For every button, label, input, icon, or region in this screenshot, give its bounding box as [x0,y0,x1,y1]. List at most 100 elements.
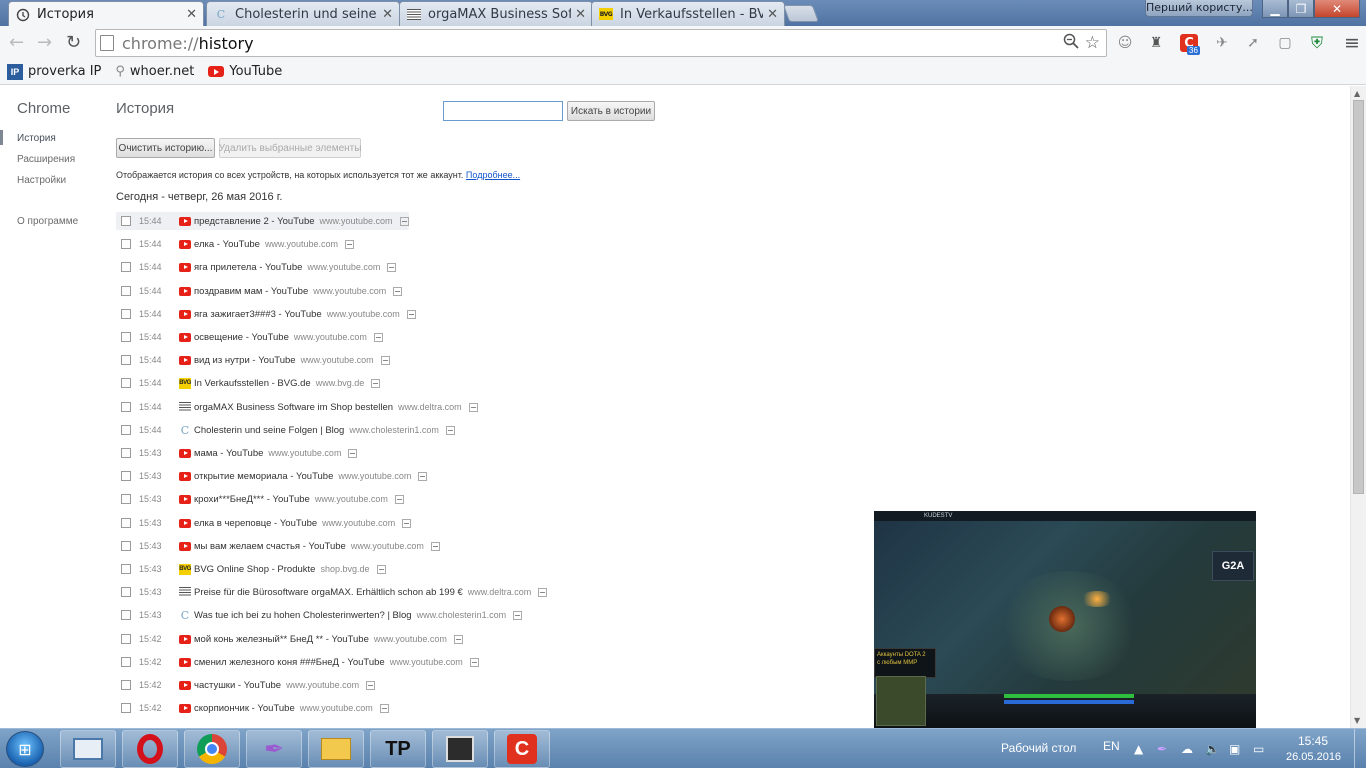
entry-title[interactable]: BVG Online Shop - Produkte [194,564,315,575]
taskbar-chrome[interactable] [184,730,240,768]
reload-icon[interactable]: ↻ [66,32,81,53]
learn-more-link[interactable]: Подробнее... [466,170,520,180]
history-entry[interactable]: 15:44 освещение - YouTube www.youtube.com [116,328,383,346]
history-entry[interactable]: 15:44 яга прилетела - YouTube www.youtube.… [116,258,397,276]
show-desktop-button[interactable] [1354,729,1366,768]
language-indicator[interactable]: EN [1103,739,1120,753]
entry-menu-icon[interactable] [394,494,404,504]
taskbar-explorer-window[interactable] [60,730,116,768]
tray-volume-icon[interactable]: 🔈 [1205,742,1220,756]
tab-close-icon[interactable]: ✕ [767,7,778,22]
desktop-toolbar-label[interactable]: Рабочий стол [1001,741,1076,755]
clear-history-button[interactable]: Очистить историю... [116,138,215,158]
search-history-button[interactable]: Искать в истории [567,101,655,121]
entry-menu-icon[interactable] [366,680,376,690]
history-entry[interactable]: 15:44 яга зажигает3###3 - YouTube www.yout… [116,305,416,323]
tray-network-icon[interactable]: ☁ [1181,742,1193,756]
entry-menu-icon[interactable] [406,309,416,319]
tab-orgamax[interactable]: orgaMAX Business Softwa ✕ [399,1,593,26]
entry-menu-icon[interactable] [387,262,397,272]
scroll-thumb[interactable] [1353,100,1364,494]
entry-menu-icon[interactable] [393,286,403,296]
entry-menu-icon[interactable] [430,541,440,551]
entry-title[interactable]: мы вам желаем счастья - YouTube [194,541,346,552]
history-entry[interactable]: 15:43 BVG BVG Online Shop - Produkte shop.b… [116,560,386,578]
bookmark-youtube[interactable]: YouTube [208,64,282,79]
tab-cholesterin[interactable]: C Cholesterin und seine Folg ✕ [206,1,400,26]
taskbar-opera[interactable] [122,730,178,768]
tray-device-icon[interactable]: ▣ [1229,742,1240,756]
entry-menu-icon[interactable] [469,657,479,667]
entry-title[interactable]: вид из нутри - YouTube [194,355,296,366]
scroll-down-icon[interactable]: ▼ [1354,716,1360,725]
remove-selected-button[interactable]: Удалить выбранные элементы [219,138,361,158]
bookmark-whoer[interactable]: ⚲ whoer.net [115,64,194,79]
entry-checkbox[interactable] [121,355,131,365]
history-entry[interactable]: 15:42 частушки - YouTube www.youtube.com [116,676,376,694]
tab-close-icon[interactable]: ✕ [382,7,393,22]
new-tab-button[interactable] [782,5,820,22]
menu-icon[interactable]: ≡ [1344,32,1360,54]
history-entry[interactable]: 15:44 представление 2 - YouTube www.youtub… [116,212,409,230]
taskbar-media-center[interactable] [432,730,488,768]
history-entry[interactable]: 15:44 C Cholesterin und seine Folgen | Blo… [116,421,455,439]
tab-close-icon[interactable]: ✕ [186,7,197,22]
tray-feather-icon[interactable]: ✒ [1157,742,1167,756]
address-bar[interactable]: chrome:// history ☆ [95,29,1107,57]
history-entry[interactable]: 15:42 скорпиончик - YouTube www.youtube.co… [116,699,389,717]
history-entry[interactable]: 15:43 Preise für die Bürosoftware orgaMAX… [116,583,548,601]
forward-icon[interactable]: → [37,32,52,53]
history-entry[interactable]: 15:43 C Was tue ich bei zu hohen Cholester… [116,606,523,624]
entry-checkbox[interactable] [121,332,131,342]
sidebar-item-settings[interactable]: Настройки [17,175,66,186]
taskbar-tp[interactable]: TP [370,730,426,768]
taskbar-feather[interactable]: ✒ [246,730,302,768]
entry-menu-icon[interactable] [418,471,428,481]
entry-checkbox[interactable] [121,494,131,504]
entry-checkbox[interactable] [121,239,131,249]
entry-title[interactable]: яга прилетела - YouTube [194,262,302,273]
entry-checkbox[interactable] [121,703,131,713]
taskbar-c-app[interactable]: C [494,730,550,768]
extension-shield-icon[interactable]: ⛨ [1308,33,1326,52]
back-icon[interactable]: ← [9,32,24,53]
video-overlay[interactable]: KUDESTV G2A Аккаунты DOTA 2 с любым ММР [874,511,1256,728]
entry-title[interactable]: елка - YouTube [194,239,260,250]
entry-menu-icon[interactable] [399,216,409,226]
bookmark-star-icon[interactable]: ☆ [1085,33,1100,54]
extension-chat-icon[interactable]: ▢ [1276,34,1294,52]
entry-checkbox[interactable] [121,518,131,528]
history-entry[interactable]: 15:44 orgaMAX Business Software im Shop b… [116,398,478,416]
zoom-icon[interactable] [1063,33,1079,54]
history-entry[interactable]: 15:43 открытие мемориала - YouTube www.you… [116,467,428,485]
entry-menu-icon[interactable] [402,518,412,528]
entry-title[interactable]: мама - YouTube [194,448,263,459]
history-search-input[interactable] [443,101,563,121]
entry-checkbox[interactable] [121,448,131,458]
entry-menu-icon[interactable] [453,634,463,644]
entry-title[interactable]: сменил железного коня ###БнеД - YouTube [194,657,385,668]
page-scrollbar[interactable]: ▲ ▼ [1350,86,1366,728]
entry-menu-icon[interactable] [371,378,381,388]
sidebar-item-history[interactable]: История [17,133,56,144]
entry-menu-icon[interactable] [379,703,389,713]
entry-title[interactable]: orgaMAX Business Software im Shop bestel… [194,402,393,413]
entry-title[interactable]: представление 2 - YouTube [194,216,315,227]
start-button[interactable]: ⊞ [6,731,44,767]
extension-hat-icon[interactable]: ♜ [1147,34,1165,52]
entry-checkbox[interactable] [121,425,131,435]
history-entry[interactable]: 15:44 BVG In Verkaufsstellen - BVG.de www.b… [116,374,381,392]
minimize-button[interactable]: ▁ [1262,0,1288,18]
history-entry[interactable]: 15:44 елка - YouTube www.youtube.com [116,235,354,253]
entry-checkbox[interactable] [121,402,131,412]
extension-pin-icon[interactable]: ✈ [1213,34,1231,52]
history-entry[interactable]: 15:43 крохи***БнеД*** - YouTube www.youtub… [116,490,404,508]
history-entry[interactable]: 15:44 поздравим мам - YouTube www.youtube.… [116,282,403,300]
tray-display-icon[interactable]: ▭ [1253,742,1264,756]
entry-title[interactable]: Preise für die Bürosoftware orgaMAX. Erh… [194,587,463,598]
entry-title[interactable]: яга зажигает3###3 - YouTube [194,309,322,320]
history-entry[interactable]: 15:43 елка в череповце - YouTube www.youtu… [116,514,412,532]
scroll-up-icon[interactable]: ▲ [1354,89,1360,98]
entry-checkbox[interactable] [121,657,131,667]
entry-title[interactable]: крохи***БнеД*** - YouTube [194,494,310,505]
